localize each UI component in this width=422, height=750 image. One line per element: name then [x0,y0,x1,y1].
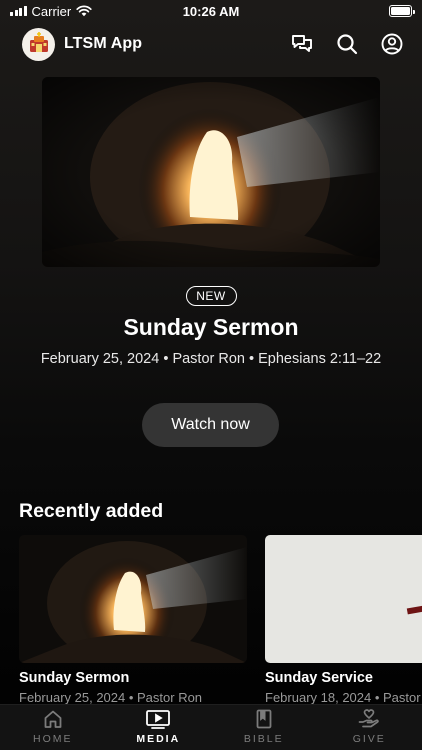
tab-bible[interactable]: BIBLE [211,705,317,750]
media-card-meta: February 25, 2024 • Pastor Ron [19,690,203,705]
wifi-icon [76,5,92,17]
profile-button[interactable] [379,32,404,57]
tab-media[interactable]: MEDIA [106,705,212,750]
profile-icon [381,33,402,55]
search-icon [336,34,357,55]
cross-image [265,535,422,663]
tab-label: BIBLE [243,733,284,745]
tab-label: MEDIA [136,733,181,745]
carrier-label: Carrier [31,3,72,19]
media-thumbnail[interactable] [265,535,422,663]
media-icon [146,710,171,729]
search-button[interactable] [334,32,359,57]
tab-home[interactable]: HOME [0,705,106,750]
media-card[interactable]: Sunday Sermon February 25, 2024 • Pastor… [19,535,247,705]
bible-icon [256,709,272,729]
chat-icon [291,35,312,52]
media-card-title: Sunday Service [265,670,373,686]
watch-now-button[interactable]: Watch now [142,403,279,447]
empty-tomb-image [19,535,247,663]
battery-icon [389,5,415,17]
chat-button[interactable] [289,32,314,57]
tab-label: GIVE [352,733,386,745]
new-badge: NEW [185,286,237,306]
app-title: LTSM App [64,35,143,52]
media-screen: Carrier 10:26 AM LTSM App NEW Sunday Ser… [0,0,422,750]
give-icon [358,709,380,728]
recently-added-rail[interactable]: Sunday Sermon February 25, 2024 • Pastor… [19,535,422,705]
media-card-meta: February 18, 2024 • Pastor [265,690,421,705]
home-icon [44,710,62,728]
featured-video-thumbnail[interactable] [42,77,380,267]
media-card-title: Sunday Sermon [19,670,130,686]
church-logo-icon [29,32,48,52]
status-left: Carrier [10,4,92,19]
empty-tomb-image [42,77,380,267]
featured-title: Sunday Sermon [123,314,299,340]
app-logo[interactable] [22,27,55,61]
media-card[interactable]: Sunday Service February 18, 2024 • Pasto… [265,535,422,705]
media-thumbnail[interactable] [19,535,247,663]
featured-meta: February 25, 2024 • Pastor Ron • Ephesia… [40,351,382,367]
tab-label: HOME [33,733,73,745]
signal-icon [10,6,27,16]
tab-give[interactable]: GIVE [317,705,422,750]
recently-added-heading: Recently added [19,500,164,522]
status-bar: Carrier 10:26 AM [0,0,422,22]
app-header: LTSM App [0,25,422,63]
header-actions [289,32,404,57]
bottom-tab-bar: HOME MEDIA BIBLE GIVE [0,704,422,750]
